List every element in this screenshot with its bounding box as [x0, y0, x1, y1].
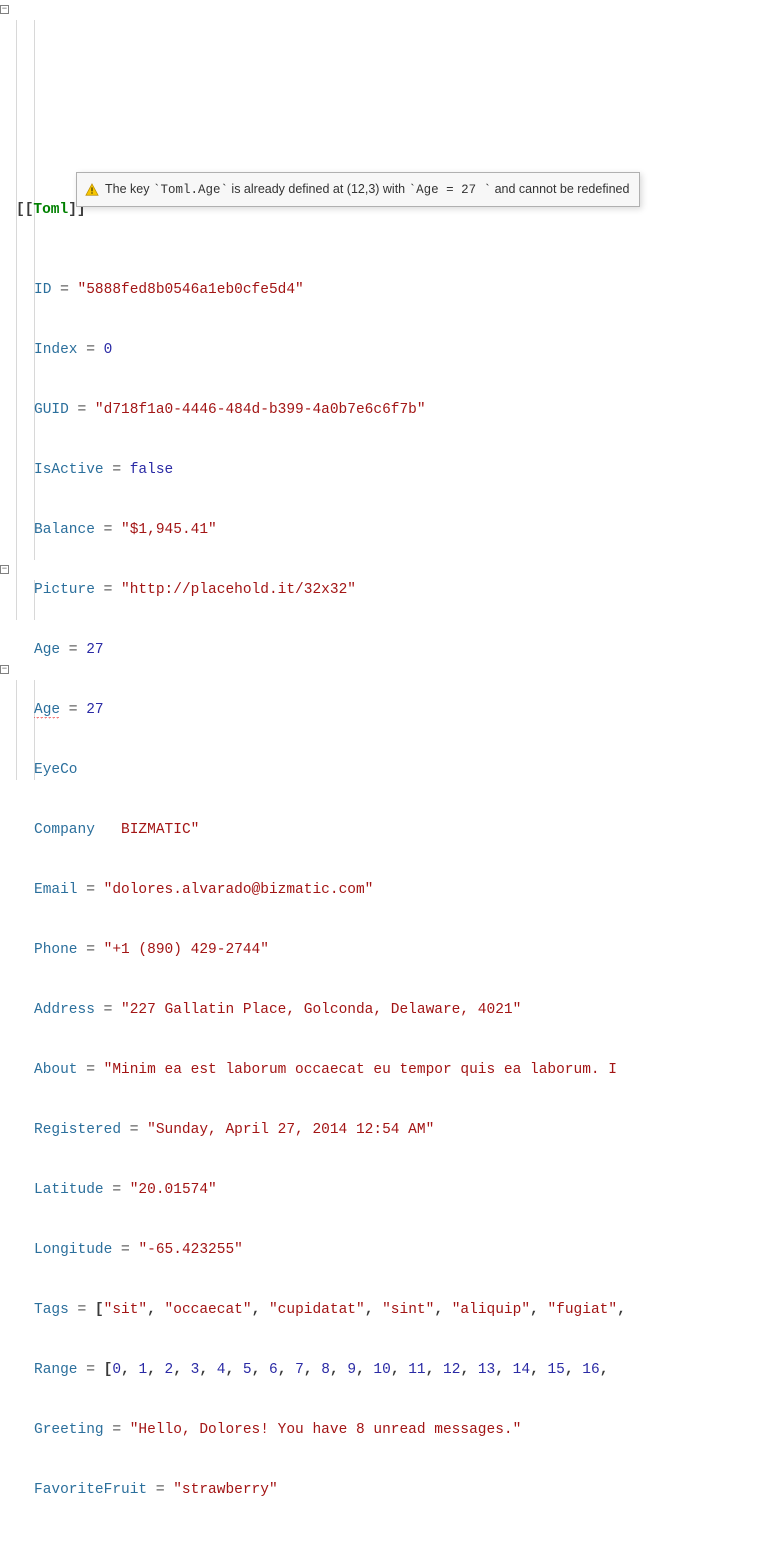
fold-toggle[interactable]: − [0, 565, 9, 574]
kv-range: Range = [0, 1, 2, 3, 4, 5, 6, 7, 8, 9, 1… [16, 1360, 634, 1380]
kv-about: About = "Minim ea est laborum occaecat e… [16, 1060, 634, 1080]
kv-eyecolor-partial: EyeCo [16, 760, 634, 780]
kv-isactive: IsActive = false [16, 460, 634, 480]
kv-tags: Tags = ["sit", "occaecat", "cupidatat", … [16, 1300, 634, 1320]
tooltip-text: The key `Toml.Age` is already defined at… [105, 179, 629, 200]
kv-age-duplicate: Age = 27 [16, 700, 634, 720]
kv-id: ID = "5888fed8b0546a1eb0cfe5d4" [16, 280, 634, 300]
error-tooltip: The key `Toml.Age` is already defined at… [76, 172, 640, 207]
kv-registered: Registered = "Sunday, April 27, 2014 12:… [16, 1120, 634, 1140]
kv-company-partial: Company BIZMATIC" [16, 820, 634, 840]
warning-icon [85, 183, 99, 197]
fold-toggle[interactable]: − [0, 5, 9, 14]
code-area[interactable]: [[Toml]] ID = "5888fed8b0546a1eb0cfe5d4"… [12, 0, 634, 1548]
fold-gutter: − − − [0, 0, 12, 1548]
kv-guid: GUID = "d718f1a0-4446-484d-b399-4a0b7e6c… [16, 400, 634, 420]
kv-age: Age = 27 [16, 640, 634, 660]
kv-favoritefruit: FavoriteFruit = "strawberry" [16, 1480, 634, 1500]
kv-address: Address = "227 Gallatin Place, Golconda,… [16, 1000, 634, 1020]
kv-longitude: Longitude = "-65.423255" [16, 1240, 634, 1260]
code-editor[interactable]: − − − [[Toml]] ID = "5888fed8b0546a1eb0c… [0, 0, 777, 1548]
kv-latitude: Latitude = "20.01574" [16, 1180, 634, 1200]
kv-picture: Picture = "http://placehold.it/32x32" [16, 580, 634, 600]
kv-email: Email = "dolores.alvarado@bizmatic.com" [16, 880, 634, 900]
kv-phone: Phone = "+1 (890) 429-2744" [16, 940, 634, 960]
kv-index: Index = 0 [16, 340, 634, 360]
fold-toggle[interactable]: − [0, 665, 9, 674]
kv-balance: Balance = "$1,945.41" [16, 520, 634, 540]
kv-greeting: Greeting = "Hello, Dolores! You have 8 u… [16, 1420, 634, 1440]
